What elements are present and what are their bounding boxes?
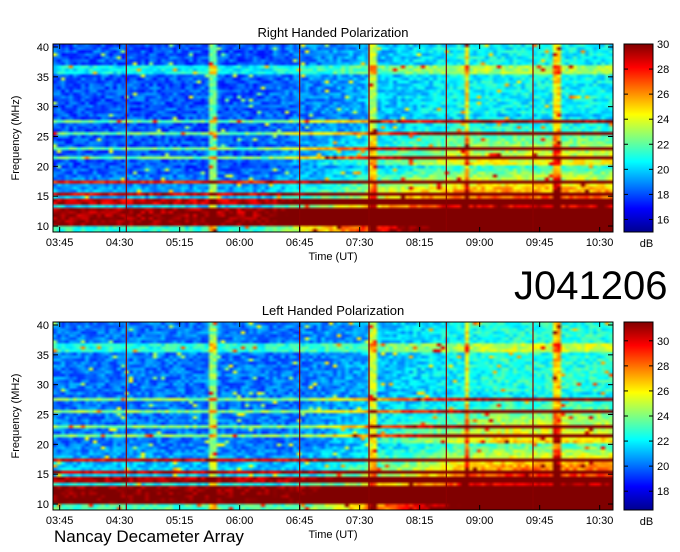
colorbar-tick-label: 18	[657, 486, 669, 498]
y-axis-label: Frequency (MHz)	[10, 96, 22, 181]
x-tick-label: 07:30	[346, 515, 374, 527]
x-tick-label: 10:30	[586, 237, 614, 249]
x-tick-label: 03:45	[46, 237, 74, 249]
colorbar-label: dB	[640, 238, 653, 250]
x-tick-label: 04:30	[106, 237, 134, 249]
colorbar-label: dB	[640, 516, 653, 528]
instrument-name: Nancay Decameter Array	[54, 527, 244, 546]
y-tick-label: 10	[37, 499, 49, 511]
colorbar	[623, 43, 654, 233]
x-tick-label: 08:15	[406, 237, 434, 249]
x-tick-label: 05:15	[166, 515, 194, 527]
spectrogram-image	[53, 322, 613, 510]
observation-id: J041206	[514, 264, 668, 308]
y-tick-label: 10	[37, 221, 49, 233]
x-tick-label: 03:45	[46, 515, 74, 527]
x-axis-label: Time (UT)	[308, 251, 357, 263]
y-tick-label: 20	[37, 439, 49, 451]
x-tick-label: 06:00	[226, 515, 254, 527]
x-tick-label: 10:30	[586, 515, 614, 527]
y-tick-label: 40	[37, 320, 49, 332]
colorbar-tick-label: 18	[657, 189, 669, 201]
colorbar-tick-label: 16	[657, 214, 669, 226]
x-tick-label: 04:30	[106, 515, 134, 527]
y-tick-label: 40	[37, 42, 49, 54]
x-tick-label: 06:45	[286, 515, 314, 527]
x-axis-label: Time (UT)	[308, 529, 357, 541]
y-tick-label: 30	[37, 102, 49, 114]
x-tick-label: 07:30	[346, 237, 374, 249]
colorbar-tick-label: 22	[657, 436, 669, 448]
panel-title: Right Handed Polarization	[257, 25, 408, 40]
x-tick-label: 09:45	[526, 237, 554, 249]
x-tick-label: 08:15	[406, 515, 434, 527]
x-tick-label: 09:45	[526, 515, 554, 527]
spectrogram-image	[53, 44, 613, 232]
x-tick-label: 05:15	[166, 237, 194, 249]
colorbar-tick-label: 22	[657, 139, 669, 151]
y-tick-label: 15	[37, 469, 49, 481]
y-tick-label: 35	[37, 72, 49, 84]
colorbar-tick-label: 28	[657, 64, 669, 76]
colorbar-tick-label: 26	[657, 386, 669, 398]
y-tick-label: 25	[37, 132, 49, 144]
colorbar-tick-label: 20	[657, 164, 669, 176]
y-tick-label: 30	[37, 380, 49, 392]
x-tick-label: 09:00	[466, 237, 494, 249]
x-tick-label: 06:45	[286, 237, 314, 249]
x-tick-label: 09:00	[466, 515, 494, 527]
y-tick-label: 35	[37, 350, 49, 362]
colorbar-tick-label: 20	[657, 461, 669, 473]
colorbar-tick-label: 28	[657, 361, 669, 373]
colorbar	[623, 321, 654, 511]
y-tick-label: 15	[37, 191, 49, 203]
y-axis-label: Frequency (MHz)	[10, 374, 22, 459]
colorbar-tick-label: 24	[657, 411, 669, 423]
colorbar-tick-label: 30	[657, 39, 669, 51]
y-tick-label: 20	[37, 161, 49, 173]
panel-title: Left Handed Polarization	[262, 303, 404, 318]
y-tick-label: 25	[37, 410, 49, 422]
x-tick-label: 06:00	[226, 237, 254, 249]
colorbar-tick-label: 26	[657, 89, 669, 101]
colorbar-tick-label: 30	[657, 336, 669, 348]
colorbar-tick-label: 24	[657, 114, 669, 126]
